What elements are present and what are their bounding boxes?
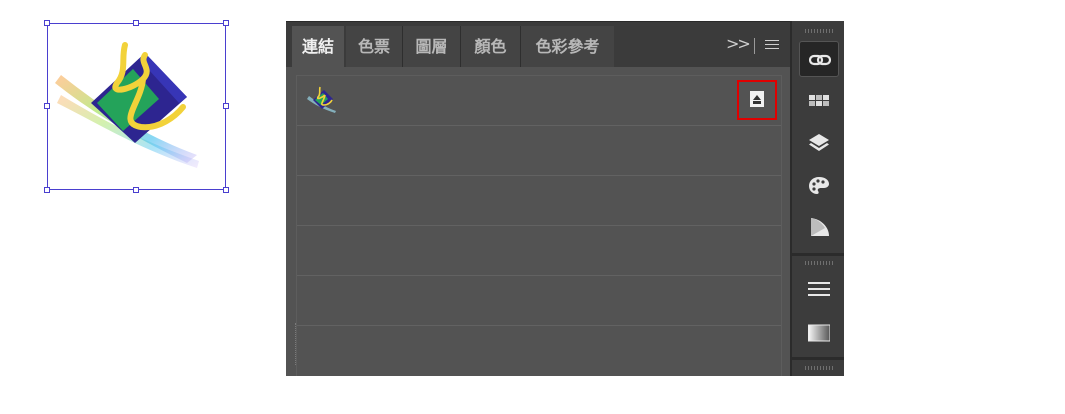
panel-body: [286, 67, 790, 376]
list-item[interactable]: [297, 76, 781, 126]
swatches-icon[interactable]: [799, 83, 839, 119]
panel-dock: [790, 21, 844, 376]
resize-handle[interactable]: [223, 187, 229, 193]
tab-color[interactable]: 顏色: [461, 26, 520, 68]
links-icon[interactable]: [799, 41, 839, 77]
resize-handle[interactable]: [133, 187, 139, 193]
list-item[interactable]: [297, 176, 781, 226]
panel-tab-bar: 連結 色票 圖層 顏色 色彩參考 >>: [286, 21, 790, 68]
resize-handle[interactable]: [223, 103, 229, 109]
list-item[interactable]: [297, 326, 781, 376]
tab-divider: [754, 38, 755, 54]
tab-color-guide[interactable]: 色彩參考: [521, 26, 614, 68]
gradient-icon[interactable]: [799, 315, 839, 351]
stroke-icon[interactable]: [799, 271, 839, 307]
tab-overflow-button[interactable]: >>: [726, 34, 751, 53]
color-palette-icon[interactable]: [799, 167, 839, 203]
selected-artwork[interactable]: [44, 20, 229, 193]
tab-layers[interactable]: 圖層: [403, 26, 460, 68]
dock-separator: [792, 357, 844, 360]
dock-separator: [792, 253, 844, 256]
hamburger-menu-icon[interactable]: [765, 40, 779, 52]
color-guide-icon[interactable]: [799, 209, 839, 245]
links-panel: 連結 色票 圖層 顏色 色彩參考 >>: [286, 21, 844, 376]
resize-handle[interactable]: [44, 187, 50, 193]
dock-grip[interactable]: [805, 261, 833, 265]
scroll-indicator: [295, 323, 297, 365]
dock-grip[interactable]: [805, 29, 833, 33]
dock-grip[interactable]: [805, 366, 833, 370]
links-list: [296, 75, 782, 376]
resize-handle[interactable]: [44, 20, 50, 26]
resize-handle[interactable]: [223, 20, 229, 26]
tab-links[interactable]: 連結: [292, 26, 344, 68]
resize-handle[interactable]: [44, 103, 50, 109]
artwork-thumbnail: [307, 86, 336, 113]
layers-icon[interactable]: [799, 125, 839, 161]
list-item[interactable]: [297, 226, 781, 276]
list-item[interactable]: [297, 276, 781, 326]
list-item[interactable]: [297, 126, 781, 176]
embed-link-icon[interactable]: [737, 80, 777, 120]
selection-bounding-box: [47, 23, 226, 190]
tab-swatches[interactable]: 色票: [346, 26, 402, 68]
resize-handle[interactable]: [133, 20, 139, 26]
